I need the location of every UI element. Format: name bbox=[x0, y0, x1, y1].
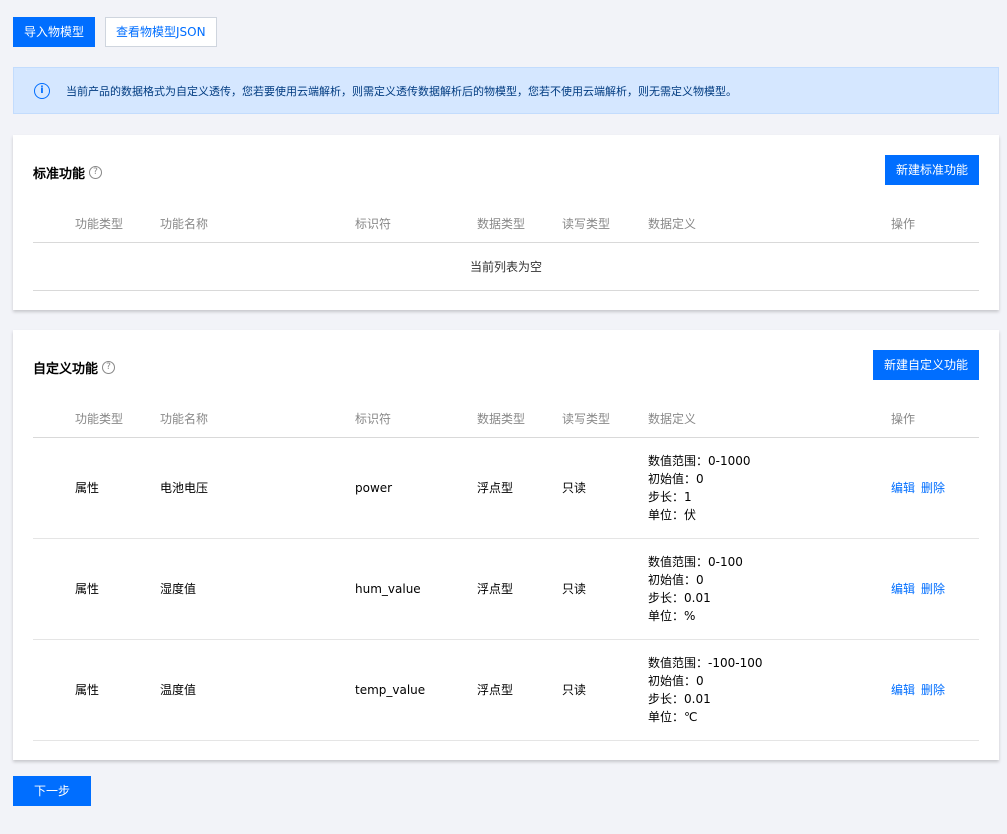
cell-actions: 编辑 删除 bbox=[891, 639, 979, 741]
top-actions: 导入物模型 查看物模型JSON bbox=[13, 17, 217, 47]
def-range: 数值范围：-100-100 bbox=[648, 655, 763, 670]
delete-link[interactable]: 删除 bbox=[921, 481, 945, 495]
cell-data-type: 浮点型 bbox=[477, 639, 562, 741]
edit-link[interactable]: 编辑 bbox=[891, 683, 915, 697]
table-row: 属性 温度值 temp_value 浮点型 只读 数值范围：-100-100 初… bbox=[33, 639, 979, 741]
cell-data-definition: 数值范围：-100-100 初始值：0 步长：0.01 单位：℃ bbox=[648, 639, 891, 741]
info-icon: i bbox=[34, 82, 50, 99]
header-data-definition: 数据定义 bbox=[648, 400, 891, 438]
def-initial: 初始值：0 bbox=[648, 572, 704, 587]
import-model-button[interactable]: 导入物模型 bbox=[13, 17, 96, 47]
header-function-type: 功能类型 bbox=[75, 400, 160, 438]
header-function-name: 功能名称 bbox=[160, 400, 355, 438]
header-actions: 操作 bbox=[891, 400, 979, 438]
def-initial: 初始值：0 bbox=[648, 673, 704, 688]
row-spacer bbox=[33, 639, 75, 741]
edit-link[interactable]: 编辑 bbox=[891, 481, 915, 495]
cell-function-name: 湿度值 bbox=[160, 538, 355, 640]
def-unit: 单位：% bbox=[648, 608, 696, 623]
def-unit: 单位：伏 bbox=[648, 507, 697, 522]
header-function-name: 功能名称 bbox=[160, 205, 355, 243]
view-json-button[interactable]: 查看物模型JSON bbox=[105, 17, 217, 47]
header-function-type: 功能类型 bbox=[75, 205, 160, 243]
edit-link[interactable]: 编辑 bbox=[891, 582, 915, 596]
help-icon[interactable]: ? bbox=[102, 361, 116, 374]
standard-functions-table: 功能类型 功能名称 标识符 数据类型 读写类型 数据定义 操作 当前列表为空 bbox=[33, 205, 979, 291]
custom-functions-title-wrap: 自定义功能 ? bbox=[33, 358, 116, 377]
cell-identifier: hum_value bbox=[355, 538, 477, 640]
def-step: 步长：1 bbox=[648, 489, 692, 504]
cell-function-type: 属性 bbox=[75, 639, 160, 741]
cell-data-type: 浮点型 bbox=[477, 437, 562, 539]
custom-functions-title: 自定义功能 bbox=[33, 362, 99, 377]
cell-actions: 编辑 删除 bbox=[891, 437, 979, 539]
def-unit: 单位：℃ bbox=[648, 709, 698, 724]
page: 导入物模型 查看物模型JSON i 当前产品的数据格式为自定义透传，您若要使用云… bbox=[0, 0, 1007, 834]
def-step: 步长：0.01 bbox=[648, 691, 711, 706]
header-rw-type: 读写类型 bbox=[562, 205, 648, 243]
def-initial: 初始值：0 bbox=[648, 471, 704, 486]
delete-link[interactable]: 删除 bbox=[921, 582, 945, 596]
cell-identifier: power bbox=[355, 437, 477, 539]
header-data-type: 数据类型 bbox=[477, 400, 562, 438]
cell-rw-type: 只读 bbox=[562, 538, 648, 640]
cell-function-name: 温度值 bbox=[160, 639, 355, 741]
def-step: 步长：0.01 bbox=[648, 590, 711, 605]
table-header-row: 功能类型 功能名称 标识符 数据类型 读写类型 数据定义 操作 bbox=[33, 205, 979, 243]
row-spacer bbox=[33, 437, 75, 539]
cell-identifier: temp_value bbox=[355, 639, 477, 741]
cell-function-type: 属性 bbox=[75, 437, 160, 539]
empty-row: 当前列表为空 bbox=[33, 242, 979, 291]
cell-rw-type: 只读 bbox=[562, 639, 648, 741]
standard-functions-card: 标准功能 ? 新建标准功能 功能类型 功能名称 标识符 数据类型 读写类型 数据… bbox=[13, 135, 999, 310]
add-custom-function-button[interactable]: 新建自定义功能 bbox=[872, 350, 979, 380]
table-header-row: 功能类型 功能名称 标识符 数据类型 读写类型 数据定义 操作 bbox=[33, 400, 979, 438]
cell-function-name: 电池电压 bbox=[160, 437, 355, 539]
standard-functions-title-wrap: 标准功能 ? bbox=[33, 163, 103, 182]
help-icon[interactable]: ? bbox=[89, 166, 103, 179]
custom-functions-card: 自定义功能 ? 新建自定义功能 功能类型 功能名称 标识符 数据类型 读写类型 … bbox=[13, 330, 999, 760]
header-rw-type: 读写类型 bbox=[562, 400, 648, 438]
cell-data-definition: 数值范围：0-1000 初始值：0 步长：1 单位：伏 bbox=[648, 437, 891, 539]
empty-text: 当前列表为空 bbox=[33, 242, 979, 291]
cell-function-type: 属性 bbox=[75, 538, 160, 640]
header-identifier: 标识符 bbox=[355, 400, 477, 438]
standard-functions-title: 标准功能 bbox=[33, 167, 86, 182]
cell-rw-type: 只读 bbox=[562, 437, 648, 539]
header-spacer bbox=[33, 205, 75, 243]
header-data-type: 数据类型 bbox=[477, 205, 562, 243]
header-identifier: 标识符 bbox=[355, 205, 477, 243]
next-step-button[interactable]: 下一步 bbox=[13, 776, 91, 806]
table-row: 属性 电池电压 power 浮点型 只读 数值范围：0-1000 初始值：0 步… bbox=[33, 437, 979, 539]
header-spacer bbox=[33, 400, 75, 438]
cell-actions: 编辑 删除 bbox=[891, 538, 979, 640]
def-range: 数值范围：0-100 bbox=[648, 554, 743, 569]
custom-functions-table: 功能类型 功能名称 标识符 数据类型 读写类型 数据定义 操作 属性 电池电压 … bbox=[33, 400, 979, 741]
cell-data-definition: 数值范围：0-100 初始值：0 步长：0.01 单位：% bbox=[648, 538, 891, 640]
cell-data-type: 浮点型 bbox=[477, 538, 562, 640]
add-standard-function-button[interactable]: 新建标准功能 bbox=[884, 155, 979, 185]
def-range: 数值范围：0-1000 bbox=[648, 453, 751, 468]
header-actions: 操作 bbox=[891, 205, 979, 243]
row-spacer bbox=[33, 538, 75, 640]
notice-text: 当前产品的数据格式为自定义透传，您若要使用云端解析，则需定义透传数据解析后的物模… bbox=[66, 84, 737, 98]
info-notice: i 当前产品的数据格式为自定义透传，您若要使用云端解析，则需定义透传数据解析后的… bbox=[13, 67, 999, 114]
table-row: 属性 湿度值 hum_value 浮点型 只读 数值范围：0-100 初始值：0… bbox=[33, 538, 979, 640]
delete-link[interactable]: 删除 bbox=[921, 683, 945, 697]
header-data-definition: 数据定义 bbox=[648, 205, 891, 243]
